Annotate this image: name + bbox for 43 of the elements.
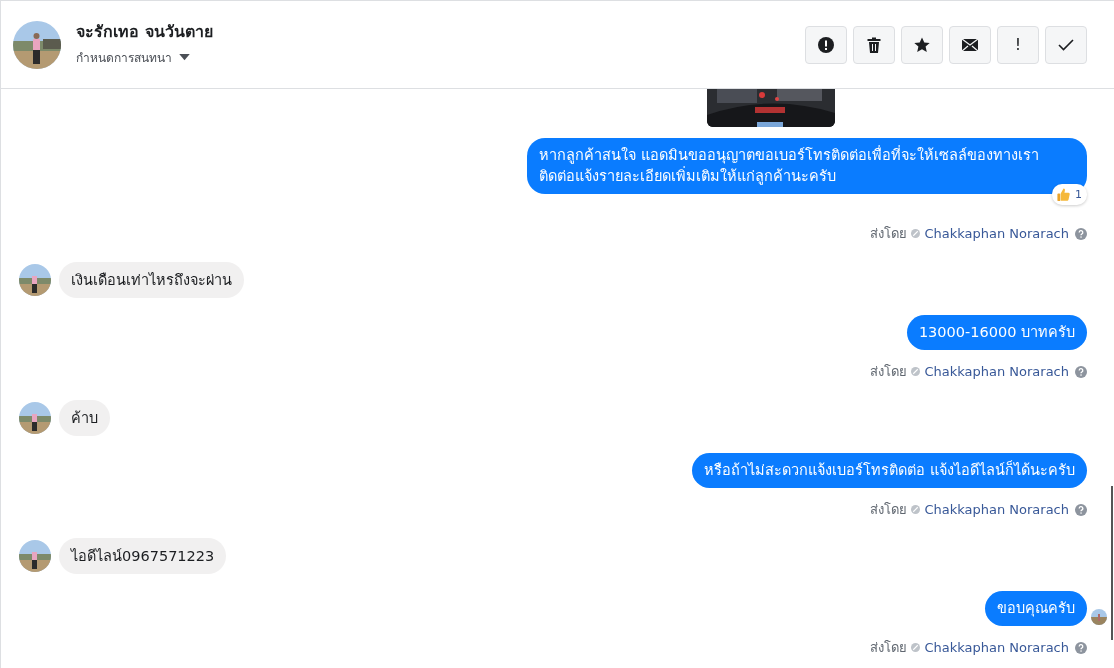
help-icon[interactable]	[1075, 227, 1087, 240]
mail-icon	[962, 38, 978, 51]
trash-icon	[866, 36, 882, 53]
conversation-menu-label[interactable]: กำหนดการสนทนา	[76, 47, 172, 67]
scrollbar[interactable]	[1111, 486, 1113, 640]
sent-message: ขอบคุณครับ	[985, 591, 1087, 626]
sender-name[interactable]: Chakkaphan Norarach	[924, 226, 1069, 241]
sent-message: หรือถ้าไม่สะดวกแจ้งเบอร์โทรติดต่อ แจ้งไอดีไลน์ก็ได้นะครับ	[692, 453, 1087, 488]
sent-by-label: ส่งโดย	[870, 363, 908, 381]
blocked-icon	[911, 505, 921, 514]
received-message: เงินเดือนเท่าไหรถึงจะผ่าน	[59, 262, 244, 298]
important-button[interactable]: !	[997, 25, 1039, 64]
seen-avatar	[1091, 609, 1107, 625]
sender-name[interactable]: Chakkaphan Norarach	[924, 502, 1069, 517]
done-button[interactable]	[1045, 25, 1087, 64]
reaction-badge[interactable]: 1	[1052, 184, 1087, 205]
alert-icon	[818, 36, 834, 53]
help-icon[interactable]	[1075, 641, 1087, 654]
check-icon	[1058, 38, 1074, 51]
blocked-icon	[911, 229, 921, 238]
alert-button[interactable]	[805, 25, 847, 64]
received-message: ค้าบ	[59, 400, 110, 436]
caret-icon[interactable]	[179, 53, 190, 61]
contact-name: จะรักเทอ จนวันตาย	[76, 20, 213, 43]
star-button[interactable]	[901, 25, 943, 64]
star-icon	[914, 36, 930, 53]
sender-name[interactable]: Chakkaphan Norarach	[924, 640, 1069, 655]
sent-by-label: ส่งโดย	[870, 501, 908, 519]
mail-button[interactable]	[949, 25, 991, 64]
sender-avatar	[19, 402, 51, 434]
thumbs-up-icon	[1056, 187, 1071, 202]
sender-avatar	[19, 264, 51, 296]
sent-by-label: ส่งโดย	[870, 225, 908, 243]
help-icon[interactable]	[1075, 365, 1087, 378]
sender-avatar	[19, 540, 51, 572]
received-message: ไอดีไลน์0967571223	[59, 538, 227, 574]
sent-by-label: ส่งโดย	[870, 639, 908, 657]
help-icon[interactable]	[1075, 503, 1087, 516]
blocked-icon	[911, 367, 921, 376]
blocked-icon	[911, 643, 921, 652]
sender-name[interactable]: Chakkaphan Norarach	[924, 364, 1069, 379]
delete-button[interactable]	[853, 25, 895, 64]
sent-message: 13000-16000 บาทครับ	[906, 315, 1087, 350]
